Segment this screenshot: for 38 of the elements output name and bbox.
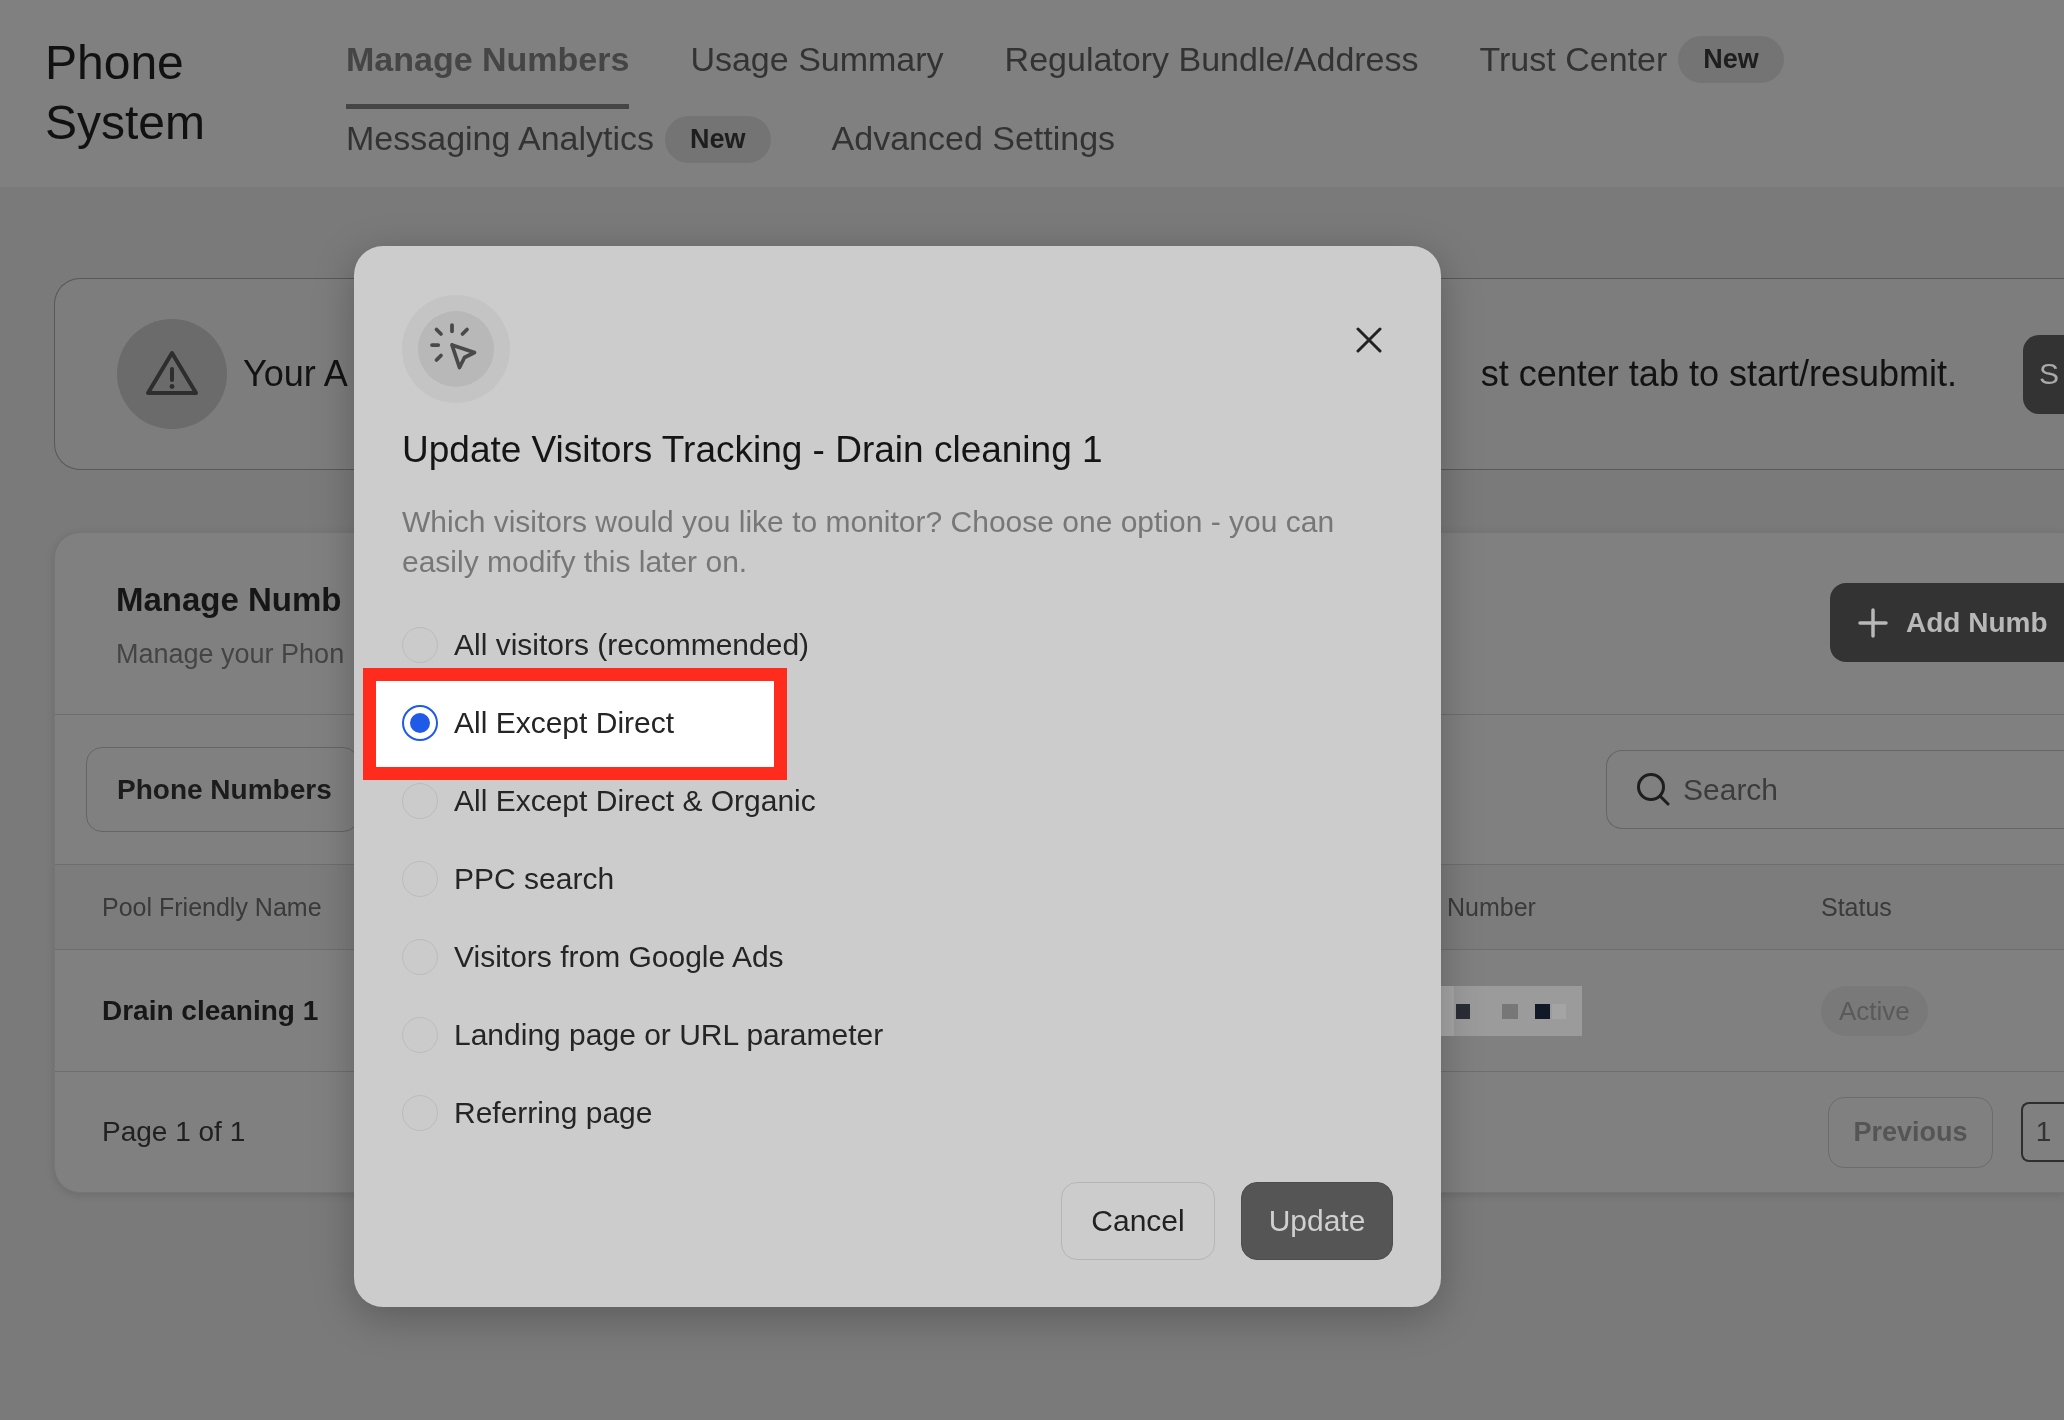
- nav-tab[interactable]: Messaging Analytics: [346, 116, 655, 165]
- secondary-button[interactable]: Cancel: [1061, 1182, 1215, 1260]
- option-label[interactable]: All Except Direct & Organic: [454, 784, 816, 818]
- app-title: Phone System: [45, 35, 207, 151]
- close-button[interactable]: [1356, 327, 1382, 353]
- column-header: Number: [1447, 892, 1536, 922]
- banner-message: Your A: [243, 353, 348, 395]
- option-label[interactable]: Referring page: [454, 1096, 653, 1130]
- modal-title: Update Visitors Tracking - Drain cleaning 1: [402, 428, 1104, 472]
- plus-icon: [1858, 607, 1888, 638]
- search-icon: [1636, 772, 1670, 806]
- search-field[interactable]: Search: [1606, 750, 2064, 829]
- close-icon: [1356, 327, 1382, 353]
- nav-tab[interactable]: Regulatory Bundle/Address: [1004, 37, 1419, 109]
- option-label[interactable]: PPC search: [454, 862, 615, 896]
- option-label[interactable]: Landing page or URL parameter: [454, 1018, 884, 1052]
- page-button[interactable]: 1: [2021, 1102, 2064, 1162]
- primary-button[interactable]: Update: [1241, 1182, 1393, 1260]
- column-header: Status: [1821, 892, 1892, 922]
- option-label[interactable]: All visitors (recommended): [454, 628, 810, 662]
- nav-tab[interactable]: Usage Summary: [690, 37, 944, 109]
- nav-tab[interactable]: Advanced Settings: [831, 116, 1116, 165]
- option-label[interactable]: All Except Direct: [454, 706, 675, 740]
- card-title: Manage Numb: [116, 580, 343, 620]
- table-cell: Drain cleaning 1: [102, 994, 319, 1027]
- option-label[interactable]: Visitors from Google Ads: [454, 940, 784, 974]
- add-button[interactable]: Add Numb: [1830, 583, 2064, 662]
- warning-icon: [117, 319, 227, 429]
- tab-badge: New: [1678, 36, 1784, 83]
- modal-description: Which visitors would you like to monitor? Choose one option - you can easily modify this later on.: [402, 504, 1336, 580]
- card-subtitle: Manage your Phon: [116, 638, 345, 671]
- tab-badge: New: [665, 116, 771, 163]
- page-summary: Page 1 of 1: [102, 1116, 246, 1148]
- nav-tab[interactable]: Trust Center: [1479, 37, 1668, 109]
- cursor-click-icon: [402, 295, 510, 403]
- column-header: Pool Friendly Name: [102, 892, 322, 922]
- banner-message: st center tab to start/resubmit.: [1480, 353, 1957, 395]
- banner-button[interactable]: S: [2023, 334, 2064, 414]
